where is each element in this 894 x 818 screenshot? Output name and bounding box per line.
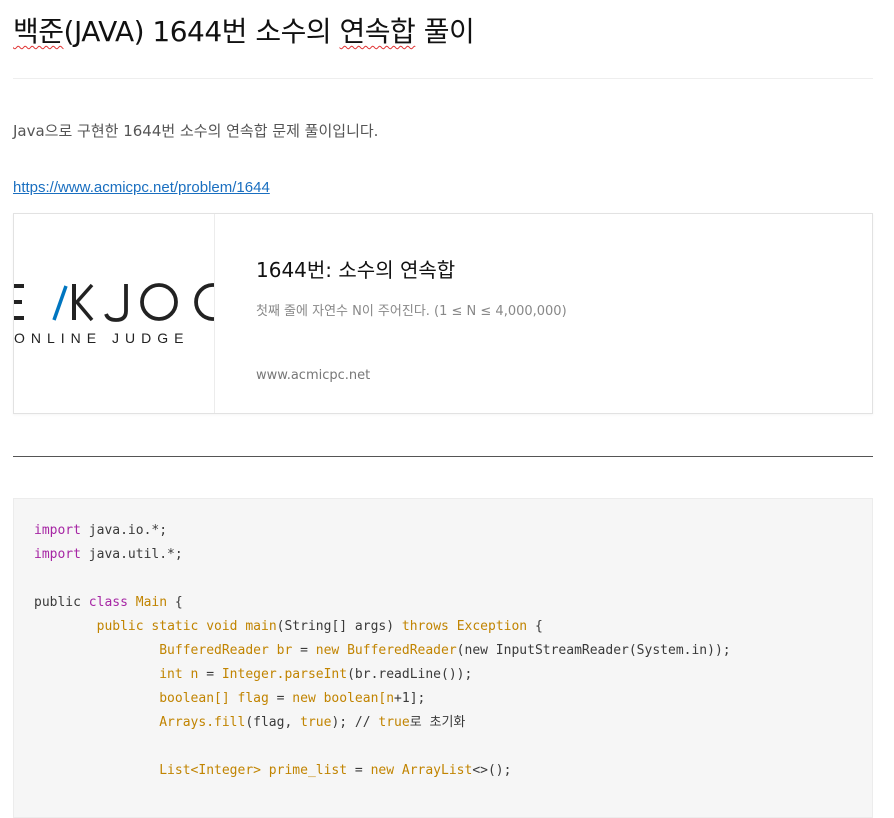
card-site: www.acmicpc.net [256,368,371,383]
code-line: public static void main(String[] args) t… [34,615,872,639]
code-token: new ArrayList [370,763,473,778]
title-part: (JAVA) 1644번 소수의 [63,15,340,48]
code-line: import java.io.*; [34,519,872,543]
code-content: import java.io.*; import java.util.*; publ… [14,499,872,783]
card-description: 첫째 줄에 자연수 N이 주어진다. (1 ≤ N ≤ 4,000,000) [256,304,567,319]
title-divider [13,78,873,79]
code-token: = [292,643,316,658]
code-token: BufferedReader br [159,643,293,658]
code-token: Main [135,595,168,610]
code-line: public class Main { [34,591,872,615]
code-token: Integer.parseInt [221,667,348,682]
code-block: import java.io.*; import java.util.*; publ… [13,498,873,818]
code-token: 로 초기화 [409,715,466,730]
code-line: Arrays.fill(flag, true); // true로 초기화 [34,711,872,735]
code-token: int n [159,667,199,682]
content-divider [13,456,873,457]
intro-text: Java으로 구현한 1644번 소수의 연속합 문제 풀이입니다. [13,122,379,140]
code-line: BufferedReader br = new BufferedReader(n… [34,639,872,663]
code-token: throws [401,619,449,634]
code-token: <>(); [472,763,512,778]
code-token: = [268,691,293,706]
code-line: int n = Integer.parseInt(br.readLine()); [34,663,872,687]
code-token: ); // [331,715,379,730]
code-token: public [34,595,89,610]
code-line: List<Integer> prime_list = new ArrayList… [34,759,872,783]
code-token: (br.readLine()); [347,667,473,682]
card-body: 1644번: 소수의 연속합 첫째 줄에 자연수 N이 주어진다. (1 ≤ N… [256,214,872,413]
code-token: java.io.*; [80,523,168,538]
logo-letters [14,283,214,322]
title-part-spellcheck-2: 연속합 [339,15,416,48]
code-token: import [34,523,81,538]
problem-link[interactable]: https://www.acmicpc.net/problem/1644 [13,179,270,196]
code-token: import [34,547,81,562]
code-token: = [198,667,222,682]
code-token: main [245,619,277,634]
code-token: java.util.*; [80,547,183,562]
code-line: boolean[] flag = new boolean[n+1]; [34,687,872,711]
code-token: Exception [456,619,528,634]
code-token: class [88,595,128,610]
post-title: 백준(JAVA) 1644번 소수의 연속합 풀이 [13,10,475,50]
logo-subtitle: ONLINE JUDGE [14,330,190,346]
code-token: List<Integer> prime_list [159,763,348,778]
code-token: true [300,715,332,730]
code-token: { [527,619,543,634]
code-token: +1]; [394,691,426,706]
code-token: (String[] args) [276,619,402,634]
card-thumbnail: ONLINE JUDGE [14,214,215,413]
title-part-spellcheck: 백준 [13,15,64,48]
baekjoon-logo [14,277,214,327]
code-token: public static void [96,619,238,634]
code-token: new BufferedReader [315,643,457,658]
title-part-end: 풀이 [415,15,475,48]
code-token: = [347,763,371,778]
code-token: new boolean[n [292,691,395,706]
code-token: Arrays.fill [159,715,246,730]
code-token: { [167,595,183,610]
card-title[interactable]: 1644번: 소수의 연속합 [256,254,455,283]
code-token: true [378,715,410,730]
code-token: (flag, [245,715,301,730]
code-token: boolean[] flag [159,691,269,706]
link-preview-card[interactable]: ONLINE JUDGE 1644번: 소수의 연속합 첫째 줄에 자연수 N이… [13,213,873,414]
code-token: (new InputStreamReader(System.in)); [456,643,731,658]
code-line: import java.util.*; [34,543,872,567]
